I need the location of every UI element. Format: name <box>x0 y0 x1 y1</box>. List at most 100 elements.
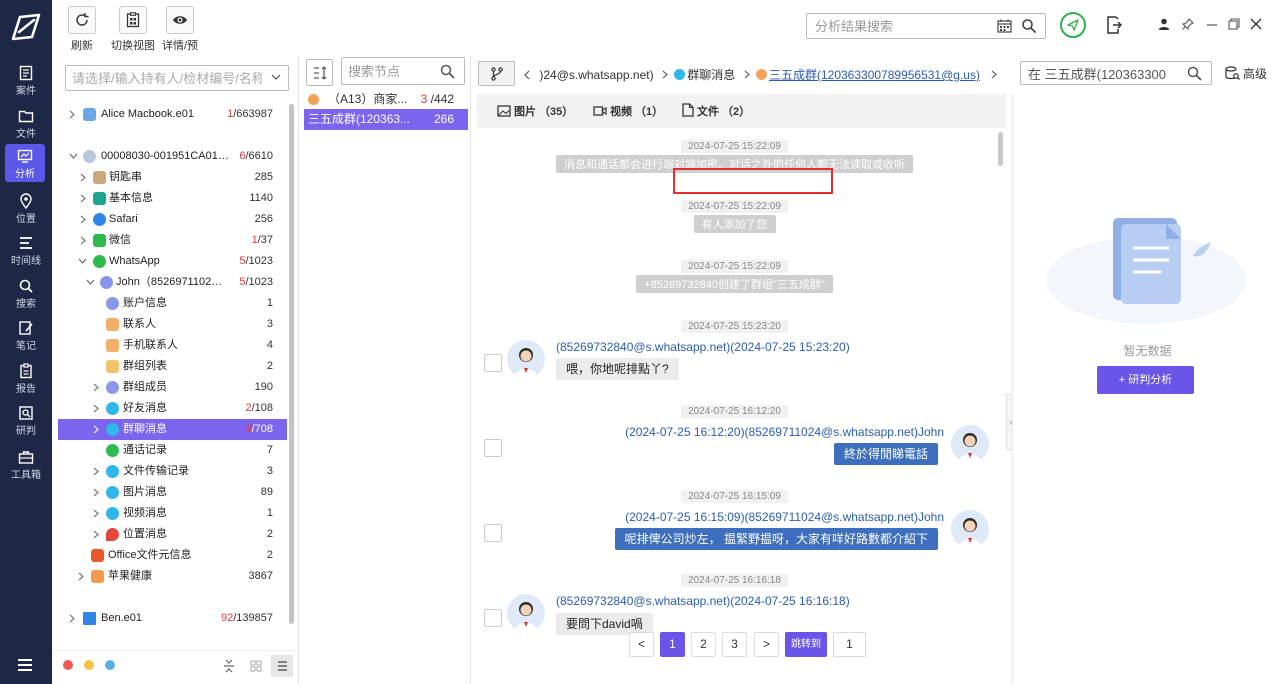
calendar-icon[interactable] <box>997 19 1012 33</box>
grid-view-button[interactable] <box>245 655 267 677</box>
yellow-tag-dot[interactable] <box>84 660 94 670</box>
list-view-button[interactable] <box>271 655 293 677</box>
rail-item-report[interactable]: 报告 <box>0 359 52 399</box>
chevron-down-icon[interactable] <box>86 279 95 285</box>
chevron-down-icon[interactable] <box>271 73 281 81</box>
message-bubble[interactable]: 喂，你地呢排點丫? <box>556 358 679 380</box>
tree-node-safari[interactable]: Safari 256 <box>58 209 287 230</box>
breadcrumb-part-group[interactable]: 三五成群(120363300789956531@g.us) <box>769 68 980 82</box>
rail-item-location[interactable]: 位置 <box>0 189 52 229</box>
jump-page-input[interactable]: 1 <box>833 632 866 657</box>
chevron-down-icon[interactable] <box>78 258 87 264</box>
restore-icon[interactable] <box>1228 18 1240 30</box>
rail-item-notes[interactable]: 笔记 <box>0 316 52 356</box>
tree-node-whatsapp[interactable]: WhatsApp 5/1023 <box>58 251 287 272</box>
sort-button[interactable] <box>306 59 333 86</box>
next-page-button[interactable]: > <box>754 632 779 657</box>
tree-node-keychain[interactable]: 钥匙串 285 <box>58 167 287 188</box>
chevron-right-icon[interactable] <box>93 404 99 413</box>
tree-node-device[interactable]: 00008030-001951CA0130... 6/6610 <box>58 146 287 167</box>
tree-node-account-info[interactable]: 账户信息 1 <box>58 293 287 314</box>
node-item-sanwu-group[interactable]: 三五成群(120363... 266 <box>304 109 468 130</box>
node-search-input[interactable] <box>348 59 440 83</box>
tree-node-office-meta[interactable]: Office文件元信息 2 <box>58 545 287 566</box>
close-icon[interactable] <box>1250 18 1262 30</box>
node-item-merchant[interactable]: （A13）商家... 3 /442 <box>304 89 468 110</box>
page-button-1[interactable]: 1 <box>660 632 685 657</box>
chevron-right-icon[interactable] <box>78 572 84 581</box>
minimize-icon[interactable] <box>1206 18 1218 30</box>
tab-images[interactable]: 图片 （35） <box>497 103 573 119</box>
collapse-all-button[interactable] <box>218 655 240 677</box>
chevron-right-icon[interactable] <box>69 110 75 119</box>
hamburger-menu-icon[interactable] <box>17 658 33 672</box>
chat-scrollbar[interactable] <box>998 132 1003 166</box>
refresh-button[interactable]: 刷新 <box>68 6 96 54</box>
tree-node-contacts[interactable]: 联系人 3 <box>58 314 287 335</box>
page-button-2[interactable]: 2 <box>691 632 716 657</box>
advanced-search-button[interactable]: 高级 <box>1225 65 1267 82</box>
tree-node-group-list[interactable]: 群组列表 2 <box>58 356 287 377</box>
chevron-right-icon[interactable] <box>93 488 99 497</box>
judgement-analysis-button[interactable]: + 研判分析 <box>1097 366 1194 394</box>
page-button-3[interactable]: 3 <box>722 632 747 657</box>
message-checkbox[interactable] <box>484 524 502 542</box>
message-search-input[interactable] <box>1028 63 1178 83</box>
tree-node-friend-messages[interactable]: 好友消息 2/108 <box>58 398 287 419</box>
details-preview-button[interactable]: 详情/预览 <box>160 6 200 68</box>
chevron-right-icon[interactable] <box>80 215 86 224</box>
analysis-search-input[interactable] <box>815 15 995 37</box>
breadcrumb-part-account[interactable]: )24@s.whatsapp.net) <box>539 68 653 82</box>
tree-node-image-messages[interactable]: 图片消息 89 <box>58 482 287 503</box>
tree-node-location-messages[interactable]: 位置消息 2 <box>58 524 287 545</box>
search-icon[interactable] <box>1021 18 1037 34</box>
tree-node-phone-contacts[interactable]: 手机联系人 4 <box>58 335 287 356</box>
tree-node-alice-macbook[interactable]: Alice Macbook.e01 1/663987 <box>58 104 287 125</box>
tree-node-group-members[interactable]: 群组成员 190 <box>58 377 287 398</box>
chevron-right-icon[interactable] <box>93 425 99 434</box>
tree-node-file-transfer[interactable]: 文件传输记录 3 <box>58 461 287 482</box>
tree-node-group-messages[interactable]: 群聊消息 3/708 <box>58 419 287 440</box>
rail-item-analysis[interactable]: 分析 <box>5 144 45 182</box>
tree-node-video-messages[interactable]: 视频消息 1 <box>58 503 287 524</box>
rail-item-toolbox[interactable]: 工具箱 <box>0 445 52 485</box>
tree-node-ben[interactable]: Ben.e01 92/139857 <box>58 608 287 629</box>
rail-item-timeline[interactable]: 时间线 <box>0 231 52 271</box>
tree-search-input[interactable] <box>72 67 262 89</box>
chevron-right-icon[interactable] <box>69 614 75 623</box>
tree-node-apple-health[interactable]: 苹果健康 3867 <box>58 566 287 587</box>
chevron-left-icon[interactable] <box>523 70 530 80</box>
tab-files[interactable]: 文件 （2） <box>682 103 750 119</box>
breadcrumb-part-group-messages[interactable]: 群聊消息 <box>687 68 735 82</box>
chevron-right-icon[interactable] <box>93 530 99 539</box>
tree-node-wechat[interactable]: 微信 1/37 <box>58 230 287 251</box>
jump-to-page-button[interactable]: 跳转到 <box>785 632 827 657</box>
chevron-right-icon[interactable] <box>80 173 86 182</box>
user-icon[interactable] <box>1158 18 1170 30</box>
export-icon[interactable] <box>1106 16 1122 34</box>
message-bubble[interactable]: 終於得閒睇電話 <box>833 443 938 465</box>
branch-button[interactable] <box>478 61 515 86</box>
chevron-right-icon[interactable] <box>93 509 99 518</box>
message-checkbox[interactable] <box>484 609 502 627</box>
chevron-right-icon[interactable] <box>93 467 99 476</box>
chevron-right-icon[interactable] <box>80 194 86 203</box>
search-icon[interactable] <box>1187 66 1202 81</box>
rail-item-judgement[interactable]: 研判 <box>0 401 52 441</box>
rail-item-case[interactable]: 案件 <box>0 61 52 101</box>
chevron-right-icon[interactable] <box>80 236 86 245</box>
blue-tag-dot[interactable] <box>105 660 115 670</box>
pin-icon[interactable] <box>1182 18 1194 30</box>
rail-item-search[interactable]: 搜索 <box>0 274 52 314</box>
prev-page-button[interactable]: < <box>629 632 654 657</box>
tab-videos[interactable]: 视频 （1） <box>593 103 663 119</box>
message-bubble[interactable]: 呢排俾公司炒左， 揾緊野揾呀，大家有咩好路數都介紹下 <box>614 528 938 550</box>
chevron-down-icon[interactable] <box>69 153 78 159</box>
tree-node-call-log[interactable]: 通话记录 7 <box>58 440 287 461</box>
tree-node-john-account[interactable]: John（85269711024... 5/1023 <box>58 272 287 293</box>
tree-scrollbar[interactable] <box>289 104 294 624</box>
search-icon[interactable] <box>440 64 455 79</box>
red-tag-dot[interactable] <box>63 660 73 670</box>
message-checkbox[interactable] <box>484 354 502 372</box>
switch-view-button[interactable]: 切换视图 <box>108 6 158 54</box>
